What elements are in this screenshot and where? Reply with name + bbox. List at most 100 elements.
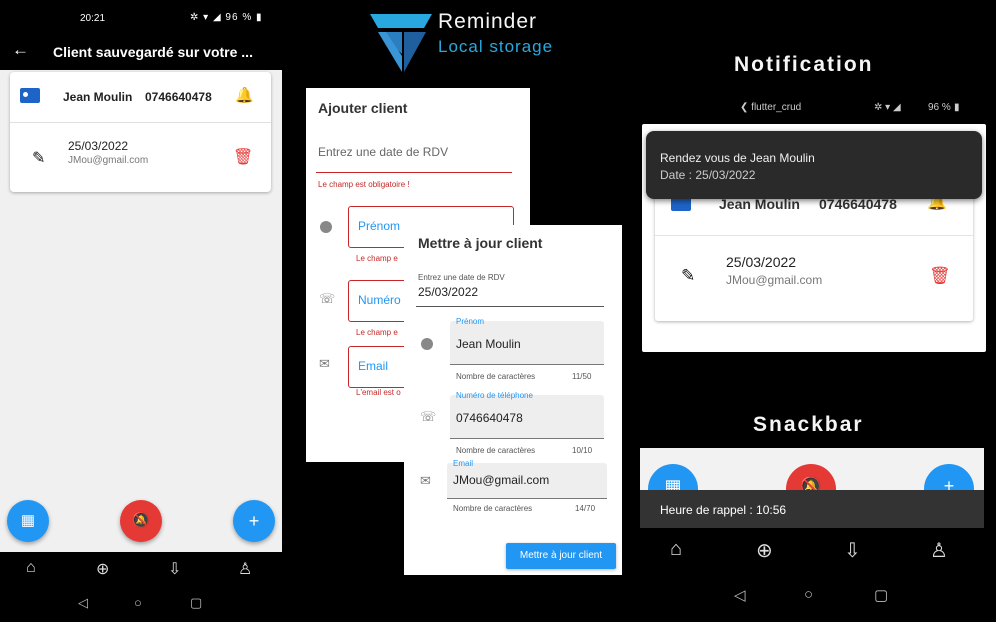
client-phone: 0746640478 — [145, 90, 212, 104]
system-recents-icon[interactable]: ▢ — [874, 586, 888, 604]
notifications-off-fab-button[interactable]: 🔕 — [120, 500, 162, 542]
notification-popup[interactable]: Rendez vous de Jean Moulin Date : 25/03/… — [646, 131, 982, 199]
phone-counter: 10/10 — [572, 446, 593, 455]
bottom-nav: ⌂ ⊕ ⇩ ♙ — [0, 552, 282, 588]
snackbar: Heure de rappel : 10:56 — [640, 490, 984, 528]
system-home-icon[interactable]: ○ — [134, 595, 142, 610]
logo-subtitle: Local storage — [438, 37, 554, 56]
phone-icon: ☏ — [319, 291, 336, 306]
notification-body: Date : 25/03/2022 — [660, 168, 756, 182]
person-icon[interactable]: ♙ — [238, 559, 252, 579]
system-back-icon[interactable]: ◁ — [78, 595, 88, 611]
number-error-text: Le champ e — [356, 328, 398, 337]
person-dot-icon — [421, 338, 433, 350]
first-name-counter-label: Nombre de caractères — [456, 372, 536, 381]
add-alarm-icon[interactable]: 🔔 — [235, 86, 254, 104]
add-client-fab-button[interactable]: + — [233, 500, 275, 542]
battery-level: 96 % — [928, 102, 951, 113]
first-name-error-text: Le champ e — [356, 254, 398, 263]
form-title: Mettre à jour client — [418, 235, 543, 251]
phone-value: 0746640478 — [456, 411, 523, 425]
date-input[interactable]: 25/03/2022 — [418, 285, 478, 299]
date-underline — [416, 306, 604, 307]
bottom-nav: ⌂ ⊕ ⇩ ♙ — [640, 528, 984, 578]
update-client-button[interactable]: Mettre à jour client — [506, 543, 616, 569]
add-client-fab-button[interactable]: + — [924, 464, 974, 490]
system-recents-icon[interactable]: ▢ — [190, 595, 202, 611]
first-name-counter: 11/50 — [572, 372, 592, 381]
battery-icon: ▮ — [954, 102, 960, 113]
app-small-icon: ❮ — [740, 102, 752, 113]
person-icon[interactable]: ♙ — [930, 538, 948, 563]
status-time: 20:21 — [80, 13, 106, 24]
app-name: flutter_crud — [751, 102, 802, 113]
date-input[interactable]: Entrez une date de RDV — [318, 145, 448, 159]
client-email: JMou@gmail.com — [726, 273, 823, 287]
system-back-icon[interactable]: ◁ — [734, 586, 746, 604]
import-icon[interactable]: ⇩ — [168, 559, 181, 579]
status-bar: 20:21 ✲ ▾ ◢ 96 % ▮ — [0, 0, 282, 36]
add-circle-icon[interactable]: ⊕ — [96, 559, 109, 579]
phone-field[interactable]: Numéro de téléphone 0746640478 — [450, 391, 604, 439]
edit-pencil-icon[interactable]: ✎ — [681, 266, 695, 286]
contact-card-icon — [20, 88, 40, 103]
calendar-fab-button[interactable]: ▦ — [648, 464, 698, 490]
email-label: Email — [358, 359, 389, 373]
snackbar-screen: ▦ 🔕 + — [640, 448, 984, 490]
email-counter-label: Nombre de caractères — [453, 504, 533, 513]
form-title: Ajouter client — [318, 100, 408, 116]
email-counter: 14/70 — [575, 504, 596, 513]
delete-trash-icon[interactable]: 🗑 — [929, 266, 951, 286]
person-dot-icon — [320, 221, 332, 233]
add-circle-icon[interactable]: ⊕ — [756, 538, 773, 563]
notification-heading: Notification — [734, 53, 874, 76]
update-client-form: Mettre à jour client Entrez une date de … — [404, 225, 622, 575]
client-email: JMou@gmail.com — [68, 155, 149, 166]
app-bar: ← Client sauvegardé sur votre ... — [0, 36, 282, 70]
date-error-text: Le champ est obligatoire ! — [318, 180, 410, 189]
snackbar-message: Heure de rappel : 10:56 — [660, 503, 787, 517]
email-error-text: L'email est o — [356, 388, 401, 397]
home-icon[interactable]: ⌂ — [26, 559, 36, 577]
system-nav: ◁ ○ ▢ — [0, 588, 282, 622]
email-label: Email — [453, 459, 474, 468]
phone-icon: ☏ — [420, 409, 437, 424]
email-value: JMou@gmail.com — [453, 473, 550, 487]
main-phone-screen: 20:21 ✲ ▾ ◢ 96 % ▮ ← Client sauvegardé s… — [0, 0, 282, 622]
phone-label: Numéro de téléphone — [456, 391, 533, 400]
notification-status-bar: ❮ flutter_crud ✲ ▾ ◢ 96 % ▮ — [740, 102, 980, 113]
first-name-value: Jean Moulin — [456, 337, 521, 351]
date-label: Entrez une date de RDV — [418, 273, 505, 282]
first-name-field[interactable]: Prénom Jean Moulin — [450, 317, 604, 365]
number-label: Numéro — [358, 293, 401, 307]
date-underline — [316, 172, 512, 173]
calendar-fab-button[interactable]: ▦ — [7, 500, 49, 542]
import-icon[interactable]: ⇩ — [844, 538, 861, 563]
client-list-screen: Jean Moulin 0746640478 🔔 ✎ 25/03/2022 JM… — [0, 70, 282, 552]
client-name: Jean Moulin — [63, 90, 133, 104]
appointment-date: 25/03/2022 — [68, 139, 129, 153]
system-home-icon[interactable]: ○ — [804, 586, 813, 603]
logo-title: Reminder — [438, 10, 538, 33]
notifications-off-fab-button[interactable]: 🔕 — [786, 464, 836, 490]
appointment-date: 25/03/2022 — [726, 254, 797, 270]
snackbar-heading: Snackbar — [753, 413, 864, 436]
home-icon[interactable]: ⌂ — [670, 538, 682, 561]
edit-pencil-icon[interactable]: ✎ — [32, 148, 45, 168]
divider — [655, 235, 973, 236]
status-icons: ✲ ▾ ◢ — [874, 102, 901, 113]
mail-icon: ✉ — [420, 473, 431, 488]
client-card: Jean Moulin 0746640478 🔔 ✎ 25/03/2022 JM… — [10, 72, 271, 192]
app-bar-title: Client sauvegardé sur votre ... — [53, 44, 253, 60]
divider — [10, 122, 271, 123]
first-name-label: Prénom — [358, 219, 401, 233]
first-name-label: Prénom — [456, 317, 485, 326]
back-arrow-icon[interactable]: ← — [12, 40, 29, 60]
reminder-logo-icon — [370, 14, 432, 72]
client-card: Jean Moulin 0746640478 🔔 ✎ 25/03/2022 JM… — [655, 184, 973, 321]
delete-trash-icon[interactable]: 🗑 — [233, 147, 253, 167]
status-icons: ✲ ▾ ◢ 96 % ▮ — [190, 12, 263, 23]
mail-icon: ✉ — [319, 356, 330, 371]
system-nav: ◁ ○ ▢ — [640, 578, 984, 618]
email-field[interactable]: Email JMou@gmail.com — [447, 459, 607, 499]
